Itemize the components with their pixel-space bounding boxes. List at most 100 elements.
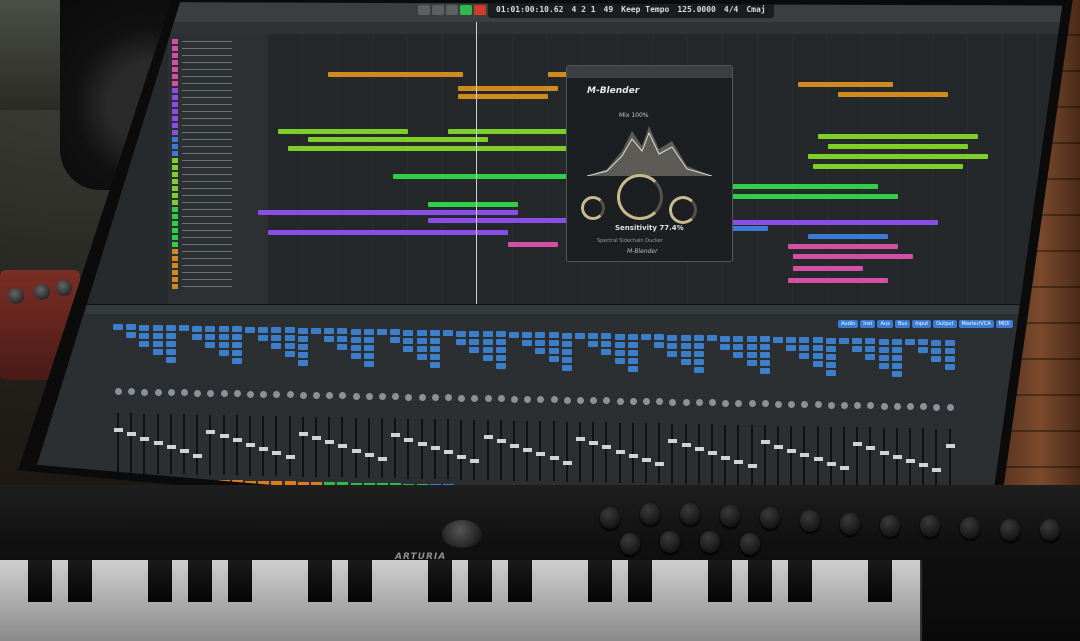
pan-knob[interactable] bbox=[537, 396, 545, 403]
track-header[interactable] bbox=[168, 164, 268, 171]
plugin-slot[interactable] bbox=[786, 344, 797, 351]
pan-knob[interactable] bbox=[458, 394, 466, 402]
track-header[interactable] bbox=[168, 269, 268, 276]
plugin-slot[interactable] bbox=[469, 330, 480, 337]
volume-fader-track[interactable] bbox=[367, 417, 370, 478]
volume-fader-track[interactable] bbox=[275, 416, 278, 476]
fader-cap[interactable] bbox=[417, 441, 427, 446]
plugin-slot[interactable] bbox=[231, 326, 242, 333]
plugin-slot[interactable] bbox=[588, 333, 599, 339]
fader-cap[interactable] bbox=[866, 446, 876, 451]
rotary-encoder[interactable] bbox=[620, 533, 640, 555]
plugin-slot[interactable] bbox=[905, 339, 915, 345]
plugin-slot[interactable] bbox=[641, 334, 651, 340]
volume-fader-track[interactable] bbox=[565, 421, 568, 482]
channel-strip[interactable] bbox=[852, 332, 864, 502]
plugin-slot[interactable] bbox=[429, 346, 440, 352]
pan-knob[interactable] bbox=[748, 400, 756, 407]
channel-strip[interactable] bbox=[390, 323, 402, 493]
pan-knob[interactable] bbox=[273, 391, 281, 398]
pan-knob[interactable] bbox=[352, 392, 360, 400]
plugin-slot[interactable] bbox=[416, 337, 427, 344]
plugin-slot[interactable] bbox=[680, 342, 691, 349]
plugin-slot[interactable] bbox=[535, 340, 546, 346]
plugin-slot[interactable] bbox=[416, 345, 427, 352]
channel-strip[interactable] bbox=[245, 321, 256, 491]
fader-cap[interactable] bbox=[232, 438, 242, 443]
fader-cap[interactable] bbox=[576, 436, 585, 441]
channel-strip[interactable] bbox=[218, 320, 230, 490]
channel-strip[interactable] bbox=[865, 332, 877, 502]
fader-cap[interactable] bbox=[879, 450, 889, 455]
track-header[interactable] bbox=[168, 157, 268, 164]
plugin-slot[interactable] bbox=[324, 336, 335, 342]
plugin-window[interactable]: M-Blender Mix 100% Sensitivity 77.4% Spe… bbox=[566, 65, 733, 262]
pan-knob[interactable] bbox=[893, 402, 901, 410]
plugin-slot[interactable] bbox=[495, 363, 506, 370]
volume-fader-track[interactable] bbox=[750, 425, 753, 485]
volume-fader-track[interactable] bbox=[169, 414, 172, 474]
plugin-slot[interactable] bbox=[429, 362, 440, 368]
audio-region[interactable] bbox=[258, 210, 518, 215]
plugin-slot[interactable] bbox=[377, 329, 387, 335]
plugin-slot[interactable] bbox=[825, 361, 836, 368]
plugin-slot[interactable] bbox=[707, 335, 717, 342]
plugin-slot[interactable] bbox=[456, 330, 467, 337]
sensitivity-knob[interactable] bbox=[617, 174, 663, 220]
plugin-slot[interactable] bbox=[614, 349, 625, 356]
track-header[interactable] bbox=[168, 115, 268, 122]
fader-cap[interactable] bbox=[628, 453, 638, 458]
plugin-slot[interactable] bbox=[350, 336, 361, 343]
fader-cap[interactable] bbox=[206, 429, 216, 434]
track-header[interactable] bbox=[168, 150, 268, 157]
channel-strip[interactable] bbox=[469, 325, 481, 495]
fader-cap[interactable] bbox=[114, 428, 123, 432]
channel-strip[interactable] bbox=[641, 328, 652, 498]
plugin-slot[interactable] bbox=[891, 354, 902, 361]
lcd-display[interactable]: 01:01:00:10.62 4 2 1 49 Keep Tempo 125.0… bbox=[488, 2, 774, 18]
stop-button[interactable] bbox=[446, 5, 458, 15]
plugin-slot[interactable] bbox=[429, 330, 440, 336]
audio-region[interactable] bbox=[708, 184, 878, 189]
pan-knob[interactable] bbox=[431, 394, 439, 401]
pan-knob[interactable] bbox=[286, 391, 294, 399]
plugin-slot[interactable] bbox=[852, 346, 863, 352]
pan-knob[interactable] bbox=[577, 396, 584, 404]
plugin-slot[interactable] bbox=[403, 329, 414, 336]
pan-knob[interactable] bbox=[471, 394, 479, 402]
black-key[interactable] bbox=[508, 560, 532, 602]
volume-fader-track[interactable] bbox=[460, 419, 463, 480]
plugin-slot[interactable] bbox=[891, 370, 902, 377]
channel-strip[interactable] bbox=[905, 333, 916, 503]
pan-knob[interactable] bbox=[299, 391, 307, 399]
plugin-slot[interactable] bbox=[918, 347, 929, 354]
black-key[interactable] bbox=[228, 560, 252, 602]
mixer-tab[interactable]: Audio bbox=[838, 320, 859, 328]
plugin-slot[interactable] bbox=[456, 338, 467, 345]
pan-knob[interactable] bbox=[801, 401, 809, 408]
pan-knob[interactable] bbox=[220, 390, 228, 397]
plugin-slot[interactable] bbox=[601, 333, 612, 340]
channel-strip[interactable] bbox=[495, 325, 507, 495]
channel-strip[interactable] bbox=[311, 322, 322, 492]
fader-cap[interactable] bbox=[272, 451, 282, 455]
fader-cap[interactable] bbox=[668, 438, 678, 443]
track-header[interactable] bbox=[168, 255, 268, 262]
volume-fader-track[interactable] bbox=[790, 425, 793, 486]
mixer-tab[interactable]: Input bbox=[912, 320, 932, 328]
plugin-slot[interactable] bbox=[561, 332, 572, 339]
fader-cap[interactable] bbox=[312, 435, 321, 440]
track-header[interactable] bbox=[168, 129, 268, 136]
plugin-slot[interactable] bbox=[231, 342, 242, 349]
channel-strip[interactable] bbox=[614, 328, 626, 498]
plugin-slot[interactable] bbox=[720, 343, 731, 350]
fader-cap[interactable] bbox=[681, 442, 691, 447]
pan-knob[interactable] bbox=[920, 403, 928, 411]
plugin-slot[interactable] bbox=[152, 348, 163, 355]
track-header[interactable] bbox=[168, 206, 268, 213]
channel-strip[interactable] bbox=[839, 332, 850, 502]
rotary-encoder[interactable] bbox=[740, 533, 760, 555]
audio-region[interactable] bbox=[808, 154, 988, 159]
channel-strip[interactable] bbox=[575, 327, 586, 497]
fader-cap[interactable] bbox=[430, 446, 440, 450]
